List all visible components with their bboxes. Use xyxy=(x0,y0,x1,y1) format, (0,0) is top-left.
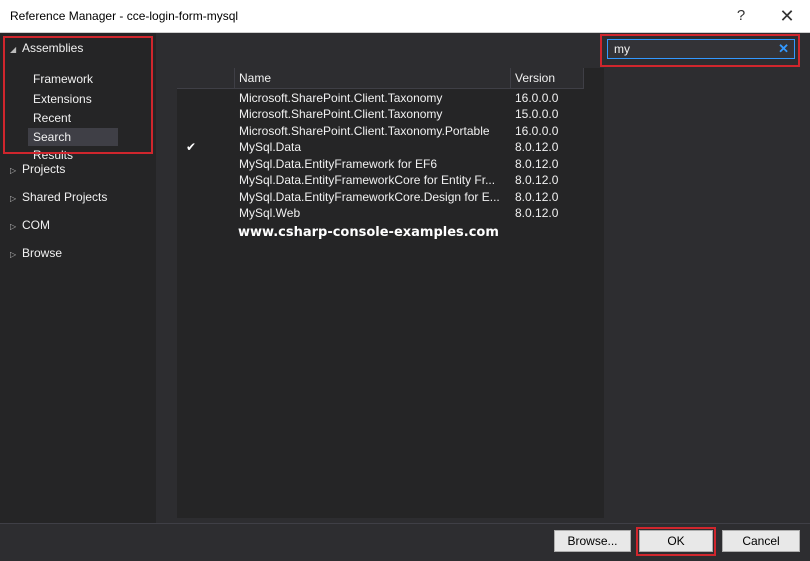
nav-item-extensions[interactable]: Extensions xyxy=(33,90,92,108)
nav-item-framework[interactable]: Framework xyxy=(33,70,93,88)
assembly-version: 8.0.12.0 xyxy=(515,206,559,220)
assembly-name: MySql.Data.EntityFramework for EF6 xyxy=(239,157,438,171)
assembly-name: MySql.Data.EntityFrameworkCore.Design fo… xyxy=(239,190,500,204)
assembly-name: Microsoft.SharePoint.Client.Taxonomy xyxy=(239,107,443,121)
table-row[interactable]: MySql.Data.EntityFramework for EF6 8.0.1… xyxy=(177,156,604,172)
close-button[interactable]: ✕ xyxy=(768,3,806,29)
checkbox-mysql-data[interactable]: ✔ xyxy=(185,141,197,153)
assembly-version: 8.0.12.0 xyxy=(515,157,559,171)
assembly-version: 15.0.0.0 xyxy=(515,107,559,121)
nav-assemblies-label: Assemblies xyxy=(22,41,84,55)
table-row[interactable]: MySql.Web 8.0.12.0 xyxy=(177,205,604,221)
nav-item-recent[interactable]: Recent xyxy=(33,109,71,127)
table-row[interactable]: Microsoft.SharePoint.Client.Taxonomy.Por… xyxy=(177,123,604,139)
table-row[interactable]: Microsoft.SharePoint.Client.Taxonomy 15.… xyxy=(177,106,604,122)
nav-browse-label: Browse xyxy=(22,246,63,260)
assembly-version: 8.0.12.0 xyxy=(515,190,559,204)
clear-search-icon[interactable]: ✕ xyxy=(778,41,789,57)
table-row[interactable]: MySql.Data.EntityFrameworkCore.Design fo… xyxy=(177,189,604,205)
nav-shared-projects-label: Shared Projects xyxy=(22,190,108,204)
collapsed-triangle-icon: ▷ xyxy=(10,166,17,175)
nav-com[interactable]: ▷ COM xyxy=(10,216,50,234)
nav-shared-projects[interactable]: ▷ Shared Projects xyxy=(10,188,107,206)
table-row[interactable]: Microsoft.SharePoint.Client.Taxonomy 16.… xyxy=(177,90,604,106)
expanded-triangle-icon: ◢ xyxy=(10,45,17,54)
collapsed-triangle-icon: ▷ xyxy=(10,250,17,259)
nav-assemblies[interactable]: ◢ Assemblies xyxy=(10,39,83,57)
column-header-version[interactable]: Version xyxy=(511,68,584,89)
cancel-button[interactable]: Cancel xyxy=(722,530,800,552)
details-pane xyxy=(604,68,810,518)
table-row[interactable]: ✔ MySql.Data 8.0.12.0 xyxy=(177,139,604,155)
navigation-pane: ◢ Assemblies Framework Extensions Recent … xyxy=(0,33,156,523)
column-header-check[interactable] xyxy=(177,68,235,89)
assembly-name: Microsoft.SharePoint.Client.Taxonomy xyxy=(239,91,443,105)
nav-projects[interactable]: ▷ Projects xyxy=(10,160,65,178)
nav-projects-label: Projects xyxy=(22,162,66,176)
window-title: Reference Manager - cce-login-form-mysql xyxy=(10,9,239,23)
assembly-version: 8.0.12.0 xyxy=(515,140,559,154)
assembly-version: 8.0.12.0 xyxy=(515,173,559,187)
results-list: Name Version Microsoft.SharePoint.Client… xyxy=(177,68,604,518)
assembly-version: 16.0.0.0 xyxy=(515,124,559,138)
table-row[interactable]: MySql.Data.EntityFrameworkCore for Entit… xyxy=(177,172,604,188)
ok-button[interactable]: OK xyxy=(639,530,713,552)
nav-com-label: COM xyxy=(22,218,50,232)
watermark-text: www.csharp-console-examples.com xyxy=(238,225,499,240)
collapsed-triangle-icon: ▷ xyxy=(10,194,17,203)
column-header-name[interactable]: Name xyxy=(235,68,511,89)
nav-browse[interactable]: ▷ Browse xyxy=(10,244,62,262)
assembly-version: 16.0.0.0 xyxy=(515,91,559,105)
help-button[interactable]: ? xyxy=(726,3,756,29)
assembly-name: MySql.Data xyxy=(239,140,302,154)
assembly-name: MySql.Web xyxy=(239,206,301,220)
assembly-name: Microsoft.SharePoint.Client.Taxonomy.Por… xyxy=(239,124,490,138)
assembly-name: MySql.Data.EntityFrameworkCore for Entit… xyxy=(239,173,496,187)
collapsed-triangle-icon: ▷ xyxy=(10,222,17,231)
search-box[interactable]: my ✕ xyxy=(607,39,795,59)
browse-button[interactable]: Browse... xyxy=(554,530,631,552)
nav-item-search-results[interactable]: Search Results xyxy=(28,128,118,162)
search-input[interactable]: my xyxy=(614,42,630,56)
title-bar: Reference Manager - cce-login-form-mysql… xyxy=(0,0,810,33)
